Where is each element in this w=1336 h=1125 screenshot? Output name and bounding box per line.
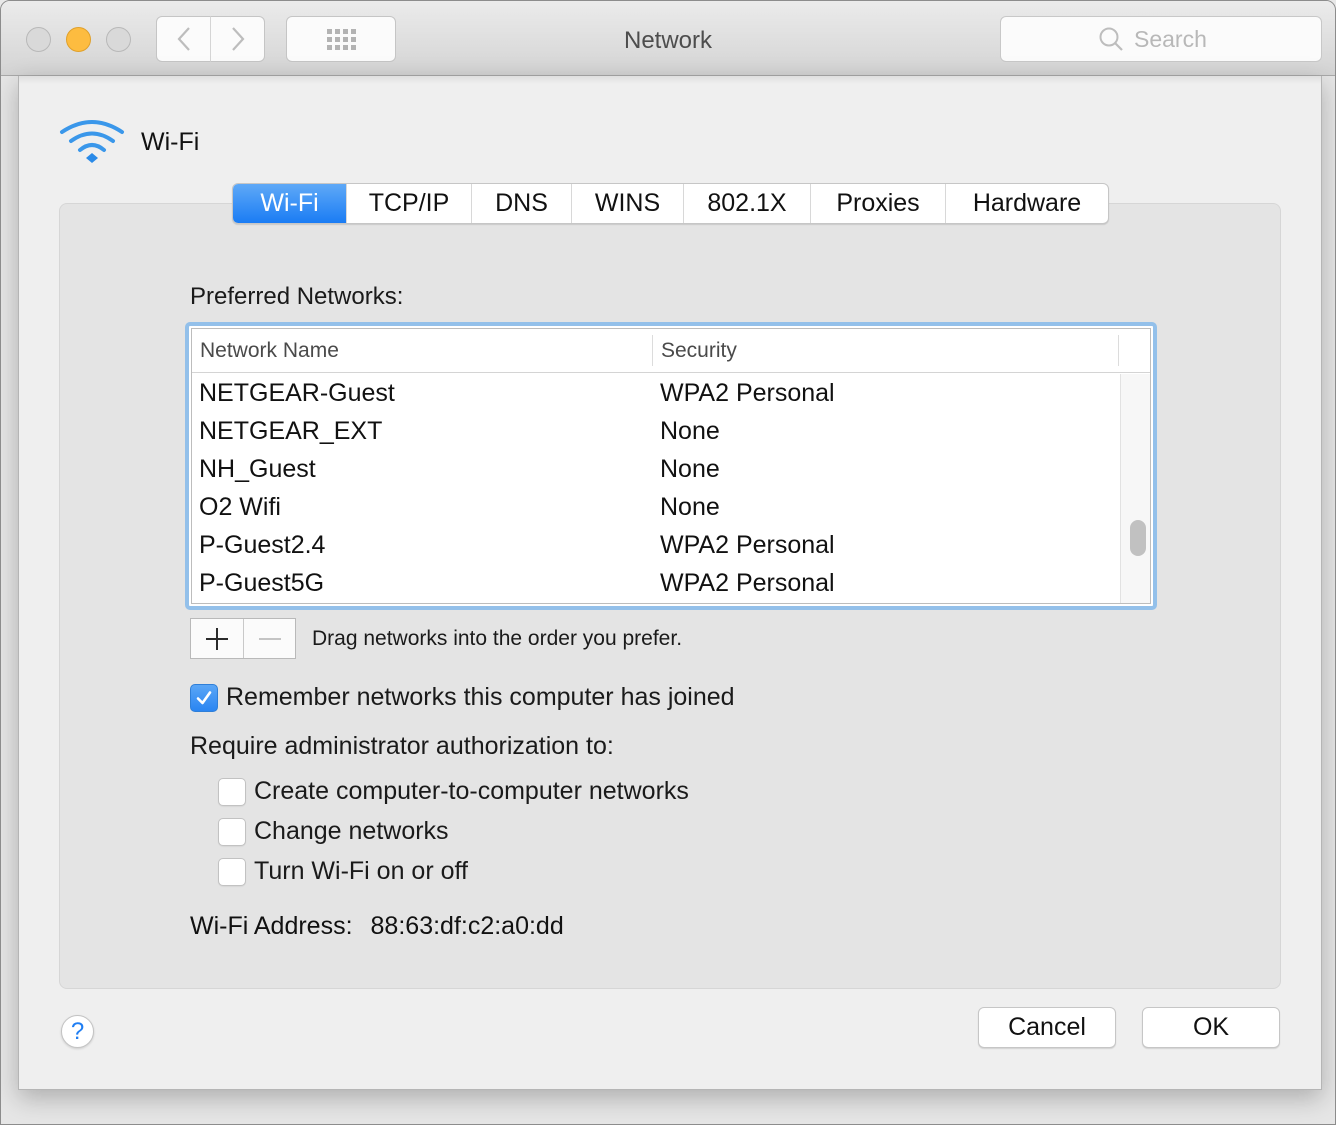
network-name-cell: P-Guest5G [199,568,325,597]
admin-option-row[interactable]: Change networks [218,817,449,846]
tab-8021x[interactable]: 802.1X [683,184,810,223]
security-cell: WPA2 Personal [660,530,835,559]
add-network-button[interactable] [191,619,243,658]
require-admin-label: Require administrator authorization to: [190,732,614,760]
wifi-settings-sheet: Wi-Fi Wi-Fi TCP/IP DNS WINS 802.1X Proxi… [18,76,1322,1090]
remember-networks-checkbox[interactable] [190,683,218,712]
preferred-networks-label: Preferred Networks: [190,283,404,310]
tab-proxies[interactable]: Proxies [810,184,945,223]
wifi-address-row: Wi-Fi Address: 88:63:df:c2:a0:dd [190,912,564,941]
column-header-security[interactable]: Security [653,329,1119,372]
help-button[interactable]: ? [61,1015,94,1048]
wifi-icon [60,120,124,163]
table-row[interactable]: NETGEAR-Guest WPA2 Personal [192,374,1120,412]
network-name-cell: P-Guest2.4 [199,530,326,559]
checkmark-icon [196,690,212,704]
security-cell: None [660,492,720,521]
table-body: NETGEAR-Guest WPA2 Personal NETGEAR_EXT Non… [192,374,1120,603]
system-preferences-window: Network Wi-Fi Wi-Fi TCP/IP DNS WINS [0,0,1336,1125]
tab-dns[interactable]: DNS [471,184,571,223]
table-scrollbar[interactable] [1120,374,1150,603]
change-networks-checkbox[interactable] [218,817,246,846]
remember-networks-label: Remember networks this computer has join… [226,683,735,711]
network-name-cell: O2 Wifi [199,492,281,521]
ok-button[interactable]: OK [1142,1007,1280,1048]
title-bar: Network [1,1,1335,76]
security-cell: None [660,454,720,483]
preferred-networks-table[interactable]: Network Name Security NETGEAR-Guest WPA2 … [185,322,1157,610]
security-cell: WPA2 Personal [660,568,835,597]
network-name-cell: NETGEAR_EXT [199,416,383,445]
table-row[interactable]: NH_Guest None [192,450,1120,488]
table-row[interactable]: NETGEAR_EXT None [192,412,1120,450]
table-row[interactable]: O2 Wifi None [192,488,1120,526]
tab-wifi[interactable]: Wi-Fi [233,184,346,223]
tab-tcpip[interactable]: TCP/IP [346,184,471,223]
table-row[interactable]: P-Guest5G WPA2 Personal [192,564,1120,602]
admin-option-label: Create computer-to-computer networks [254,777,689,805]
table-row[interactable]: P-Guest2.4 WPA2 Personal [192,526,1120,564]
tab-bar: Wi-Fi TCP/IP DNS WINS 802.1X Proxies Har… [232,183,1109,224]
security-cell: WPA2 Personal [660,378,835,407]
network-name-cell: NETGEAR-Guest [199,378,395,407]
tab-hardware[interactable]: Hardware [945,184,1108,223]
admin-option-label: Turn Wi-Fi on or off [254,857,468,885]
plus-icon [206,627,228,650]
minus-icon [258,637,281,640]
admin-option-row[interactable]: Create computer-to-computer networks [218,777,689,806]
column-header-network-name[interactable]: Network Name [192,329,653,372]
question-mark-icon: ? [70,1017,85,1045]
admin-option-row[interactable]: Turn Wi-Fi on or off [218,857,468,886]
wifi-address-value: 88:63:df:c2:a0:dd [370,912,564,940]
wifi-address-label: Wi-Fi Address: [190,912,353,940]
sheet-header: Wi-Fi [59,118,199,166]
network-name-cell: NH_Guest [199,454,316,483]
table-header: Network Name Security [192,329,1150,373]
create-networks-checkbox[interactable] [218,777,246,806]
search-input[interactable] [1134,25,1224,53]
cancel-button[interactable]: Cancel [978,1007,1116,1048]
admin-option-label: Change networks [254,817,449,845]
search-field[interactable] [1000,16,1322,62]
add-remove-control [190,618,296,659]
tab-wins[interactable]: WINS [571,184,683,223]
interface-title: Wi-Fi [141,127,200,156]
security-cell: None [660,416,720,445]
remember-networks-checkbox-row[interactable]: Remember networks this computer has join… [190,683,735,712]
remove-network-button[interactable] [243,619,295,658]
toggle-wifi-checkbox[interactable] [218,857,246,886]
search-icon [1099,27,1123,51]
drag-hint-text: Drag networks into the order you prefer. [312,627,683,650]
scrollbar-thumb[interactable] [1130,520,1146,556]
